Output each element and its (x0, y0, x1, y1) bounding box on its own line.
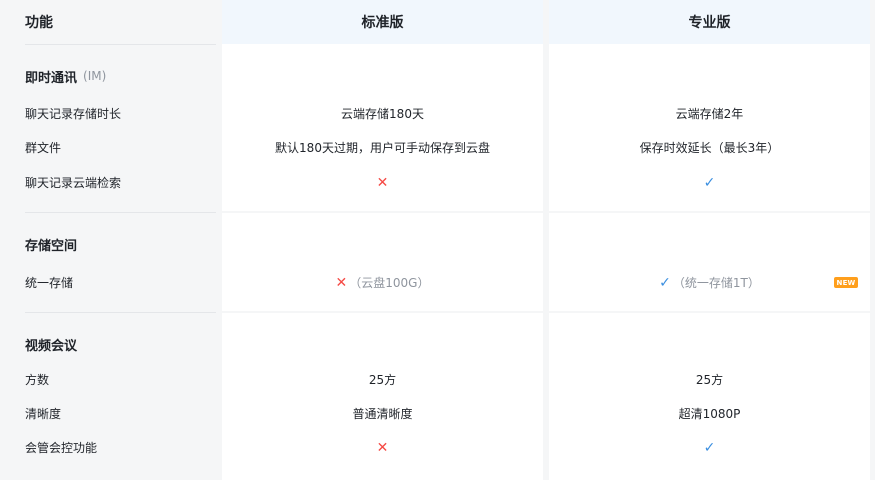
standard-value: 云端存储180天 (341, 107, 424, 121)
section-subtitle: (IM) (83, 69, 107, 83)
new-badge: NEW (834, 277, 858, 288)
section-title: 视频会议 (25, 338, 78, 354)
standard-value: 默认180天过期，用户可手动保存到云盘 (275, 141, 490, 155)
section-separator (549, 211, 870, 213)
section-separator (549, 311, 870, 313)
professional-value: 超清1080P (678, 407, 741, 421)
professional-value: 保存时效延长（最长3年） (639, 141, 780, 155)
divider (25, 44, 216, 45)
cross-icon: ✕ (335, 275, 348, 291)
section-separator (222, 211, 543, 213)
row-label: 方数 (25, 373, 50, 387)
row-label: 聊天记录云端检索 (25, 176, 122, 190)
professional-value: 25方 (695, 373, 724, 387)
row-label: 群文件 (25, 141, 62, 155)
professional-value: 云端存储2年 (675, 107, 744, 121)
standard-value: ✕ （云盘100G） (222, 273, 543, 293)
divider (25, 212, 216, 213)
section-title-storage: 存储空间 (25, 234, 77, 254)
row-label: 聊天记录存储时长 (25, 107, 122, 121)
header-professional: 专业版 (549, 0, 870, 44)
divider (25, 312, 216, 313)
row-label: 清晰度 (25, 407, 62, 421)
section-title-video: 视频会议 (25, 334, 77, 354)
row-label: 会管会控功能 (25, 441, 98, 455)
professional-value: ✓ （统一存储1T） (549, 273, 870, 293)
header-feature: 功能 (25, 15, 53, 31)
section-separator (222, 311, 543, 313)
standard-value: 普通清晰度 (352, 407, 413, 421)
section-title: 即时通讯 (25, 70, 78, 86)
cross-icon: ✕ (376, 440, 389, 456)
section-title: 存储空间 (25, 238, 78, 254)
check-icon: ✓ (703, 440, 716, 456)
header-standard: 标准版 (222, 0, 543, 44)
standard-note: （云盘100G） (349, 276, 430, 290)
standard-value: 25方 (368, 373, 397, 387)
cross-icon: ✕ (376, 175, 389, 191)
check-icon: ✓ (659, 275, 671, 291)
check-icon: ✓ (703, 175, 716, 191)
professional-note: （统一存储1T） (672, 276, 760, 290)
section-title-im: 即时通讯 (IM) (25, 66, 106, 86)
row-label: 统一存储 (25, 276, 74, 290)
